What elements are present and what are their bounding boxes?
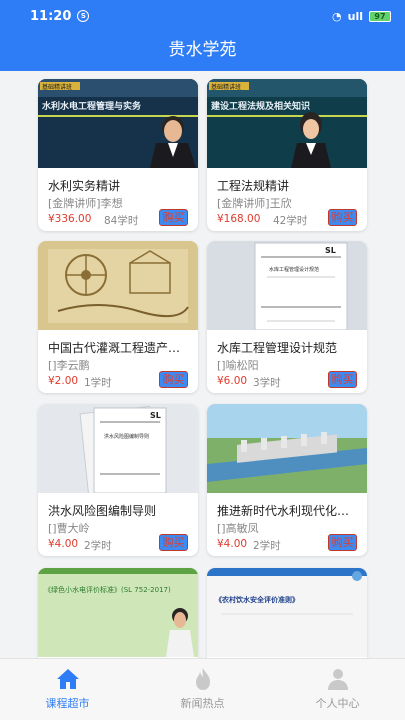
course-card[interactable]: 基础精讲班 建设工程法规及相关知识 工程法规精讲 [金牌讲师]王欣 ¥168.0… [207, 79, 367, 231]
course-price: ¥4.00 [48, 538, 79, 550]
svg-text:SL: SL [150, 411, 161, 420]
tab-label: 个人中心 [315, 697, 360, 710]
buy-button[interactable]: 购买 [328, 209, 357, 226]
flame-icon [195, 668, 210, 690]
course-title: 中国古代灌溉工程遗产… [48, 341, 181, 355]
buy-button[interactable]: 购买 [328, 371, 357, 388]
person-icon [327, 669, 348, 690]
tab-profile[interactable]: 个人中心 [270, 659, 405, 720]
course-price: ¥4.00 [217, 538, 248, 550]
course-card[interactable]: 基础精讲班 水利水电工程管理与实务 水利实务精讲 [金牌讲师]李想 ¥336.0… [38, 79, 198, 231]
thumb-caption: 《农村饮水安全评价准则》 [215, 595, 299, 604]
svg-text:SL: SL [325, 246, 336, 255]
app-header: 11:20 S ◔ ull 97 贵水学苑 [0, 0, 405, 71]
course-thumbnail: 《绿色小水电评价标准》(SL 752-2017) [38, 568, 198, 657]
course-hours: 2学时 [253, 540, 281, 552]
thumb-caption: 《绿色小水电评价标准》(SL 752-2017) [44, 585, 171, 594]
buy-button[interactable]: 购买 [328, 534, 357, 551]
course-hours: 84学时 [104, 215, 139, 227]
course-teacher: []高敏凤 [217, 522, 259, 535]
battery-icon: 97 [369, 10, 391, 22]
course-card[interactable]: 《农村饮水安全评价准则》 [207, 568, 367, 658]
course-card[interactable]: 推进新时代水利现代化… []高敏凤 ¥4.00 2学时 购买 [207, 404, 367, 556]
home-icon [56, 669, 79, 689]
tab-label: 课程超市 [45, 697, 90, 710]
course-thumbnail: 《农村饮水安全评价准则》 [207, 568, 367, 657]
course-thumbnail: 基础精讲班 水利水电工程管理与实务 [38, 79, 198, 168]
course-hours: 2学时 [84, 540, 112, 552]
wifi-icon: ◔ [332, 9, 342, 23]
tab-label: 新闻热点 [180, 697, 225, 710]
course-thumbnail [207, 404, 367, 493]
course-title: 推进新时代水利现代化… [217, 504, 350, 518]
course-price: ¥6.00 [217, 375, 248, 387]
course-grid[interactable]: 基础精讲班 水利水电工程管理与实务 水利实务精讲 [金牌讲师]李想 ¥336.0… [0, 71, 405, 658]
course-teacher: [金牌讲师]李想 [48, 197, 123, 210]
course-card[interactable]: SL 水库工程管理设计规范 水库工程管理设计规范 []喻松阳 ¥6.00 3学时… [207, 241, 367, 393]
course-title: 洪水风险图编制导则 [48, 504, 157, 518]
course-title: 工程法规精讲 [217, 179, 290, 193]
svg-text:基础精讲班: 基础精讲班 [211, 83, 241, 91]
course-price: ¥168.00 [217, 213, 261, 225]
course-thumbnail: 基础精讲班 建设工程法规及相关知识 [207, 79, 367, 168]
buy-button[interactable]: 购买 [159, 534, 188, 551]
svg-text:基础精讲班: 基础精讲班 [42, 83, 72, 91]
status-bar: 11:20 S ◔ ull 97 [0, 0, 405, 32]
course-hours: 42学时 [273, 215, 308, 227]
course-thumbnail: SL 水库工程管理设计规范 [207, 241, 367, 330]
course-thumbnail [38, 241, 198, 330]
course-price: ¥2.00 [48, 375, 79, 387]
course-hours: 3学时 [253, 377, 281, 389]
notification-icon: S [77, 10, 90, 22]
signal-icon: ull [347, 9, 363, 23]
thumb-caption: 水库工程管理设计规范 [269, 266, 319, 273]
status-time: 11:20 [30, 8, 72, 24]
buy-button[interactable]: 购买 [159, 371, 188, 388]
course-teacher: []李云鹏 [48, 359, 90, 372]
course-card[interactable]: SL 洪水风险图编制导则 洪水风险图编制导则 []曹大岭 ¥4.00 2学时 购… [38, 404, 198, 556]
course-hours: 1学时 [84, 377, 112, 389]
course-teacher: []喻松阳 [217, 359, 259, 372]
course-title: 水库工程管理设计规范 [217, 341, 338, 355]
course-card[interactable]: 《绿色小水电评价标准》(SL 752-2017) [38, 568, 198, 658]
page-title: 贵水学苑 [168, 40, 237, 60]
course-thumbnail: SL 洪水风险图编制导则 [38, 404, 198, 493]
bottom-tab-bar: 课程超市 新闻热点 个人中心 [0, 658, 405, 720]
course-price: ¥336.00 [48, 213, 92, 225]
course-teacher: []曹大岭 [48, 522, 90, 535]
course-title: 水利实务精讲 [48, 179, 121, 193]
tab-course-market[interactable]: 课程超市 [0, 659, 135, 720]
course-teacher: [金牌讲师]王欣 [217, 197, 292, 210]
thumb-caption: 洪水风险图编制导则 [104, 433, 149, 440]
thumb-caption: 水利水电工程管理与实务 [42, 100, 142, 112]
thumb-caption: 建设工程法规及相关知识 [211, 100, 310, 112]
course-card[interactable]: 中国古代灌溉工程遗产… []李云鹏 ¥2.00 1学时 购买 [38, 241, 198, 393]
buy-button[interactable]: 购买 [159, 209, 188, 226]
tab-news[interactable]: 新闻热点 [135, 659, 270, 720]
